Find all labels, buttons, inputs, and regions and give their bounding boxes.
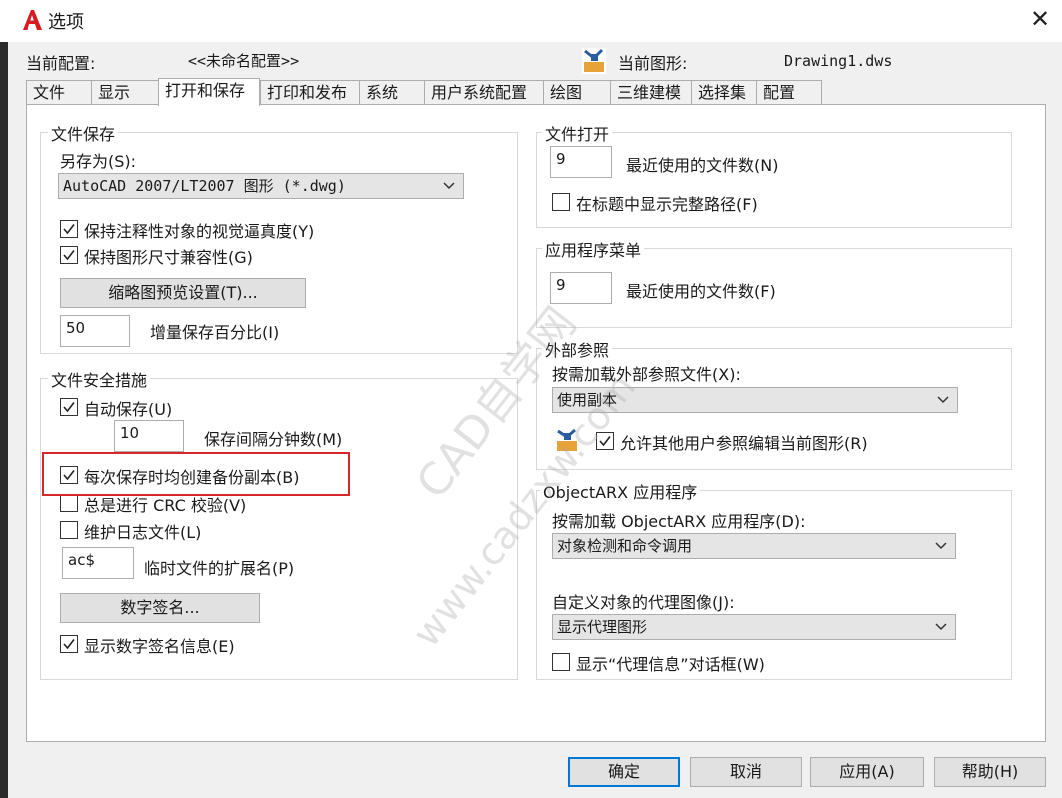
save-as-dropdown[interactable]: AutoCAD 2007/LT2007 图形 (*.dwg): [58, 173, 464, 199]
incremental-save-label: 增量保存百分比(I): [150, 323, 280, 342]
log-file-label: 维护日志文件(L): [84, 523, 202, 542]
tab-label: 显示: [98, 83, 131, 102]
tab-profiles[interactable]: 配置: [756, 80, 822, 104]
drawing-file-icon: [582, 48, 606, 74]
apply-button[interactable]: 应用(A): [810, 757, 924, 787]
visual-fidelity-checkbox[interactable]: [60, 220, 78, 238]
log-file-checkbox[interactable]: [60, 521, 78, 539]
cancel-button[interactable]: 取消: [690, 757, 802, 787]
menu-recent-files-input[interactable]: 9: [550, 272, 612, 304]
menu-recent-files-label: 最近使用的文件数(F): [626, 282, 776, 301]
tab-label: 三维建模: [617, 83, 682, 102]
save-as-value: AutoCAD 2007/LT2007 图形 (*.dwg): [63, 177, 346, 195]
chevron-down-icon: [937, 388, 949, 412]
left-edge: [0, 42, 8, 798]
current-drawing-value: Drawing1.dws: [784, 52, 893, 70]
show-signature-label: 显示数字签名信息(E): [84, 637, 235, 656]
tab-3d-modeling[interactable]: 三维建模: [610, 80, 692, 104]
file-safety-title: 文件安全措施: [48, 367, 151, 391]
full-path-checkbox[interactable]: [552, 193, 570, 211]
visual-fidelity-label: 保持注释性对象的视觉逼真度(Y): [84, 222, 315, 241]
highlight-box: [42, 452, 350, 496]
tab-display[interactable]: 显示: [91, 80, 159, 104]
thumbnail-settings-button[interactable]: 缩略图预览设置(T)...: [60, 278, 306, 308]
tab-label: 选择集: [698, 83, 747, 102]
objectarx-load-dropdown[interactable]: 对象检测和命令调用: [552, 533, 956, 559]
tab-files[interactable]: 文件: [26, 80, 92, 104]
ok-button[interactable]: 确定: [568, 757, 680, 787]
temp-extension-input[interactable]: ac$: [62, 547, 134, 579]
current-drawing-label: 当前图形:: [618, 54, 688, 73]
proxy-info-label: 显示“代理信息”对话框(W): [576, 655, 765, 674]
proxy-image-value: 显示代理图形: [557, 618, 648, 636]
title-bar: 选项 ✕: [0, 0, 1062, 42]
tab-label: 配置: [763, 83, 796, 102]
drawing-size-label: 保持图形尺寸兼容性(G): [84, 248, 253, 267]
incremental-save-input[interactable]: 50: [60, 315, 130, 347]
current-profile-value: <<未命名配置>>: [188, 52, 300, 70]
allow-xref-edit-label: 允许其他用户参照编辑当前图形(R): [620, 434, 868, 453]
proxy-info-checkbox[interactable]: [552, 653, 570, 671]
recent-files-input[interactable]: 9: [550, 146, 612, 178]
crc-check-checkbox[interactable]: [60, 494, 78, 512]
current-profile-label: 当前配置:: [26, 54, 96, 73]
app-menu-title: 应用程序菜单: [542, 237, 645, 261]
tab-label: 打开和保存: [165, 81, 246, 100]
tab-label: 绘图: [550, 83, 583, 102]
objectarx-load-label: 按需加载 ObjectARX 应用程序(D):: [552, 512, 806, 531]
tab-plot-publish[interactable]: 打印和发布: [260, 80, 360, 104]
chevron-down-icon: [935, 615, 947, 639]
chevron-down-icon: [935, 534, 947, 558]
drawing-size-checkbox[interactable]: [60, 246, 78, 264]
tab-selection[interactable]: 选择集: [691, 80, 757, 104]
autosave-interval-input[interactable]: 10: [114, 420, 184, 452]
xref-load-label: 按需加载外部参照文件(X):: [552, 365, 741, 384]
autocad-logo-icon: [20, 8, 44, 32]
tab-label: 文件: [33, 83, 66, 102]
show-signature-checkbox[interactable]: [60, 635, 78, 653]
proxy-image-label: 自定义对象的代理图像(J):: [552, 593, 735, 612]
proxy-image-dropdown[interactable]: 显示代理图形: [552, 614, 956, 640]
autosave-checkbox[interactable]: [60, 398, 78, 416]
tab-label: 用户系统配置: [431, 83, 528, 102]
tab-system[interactable]: 系统: [359, 80, 425, 104]
help-button[interactable]: 帮助(H): [934, 757, 1046, 787]
tab-label: 系统: [366, 83, 399, 102]
recent-files-label: 最近使用的文件数(N): [626, 156, 779, 175]
chevron-down-icon: [443, 174, 455, 198]
digital-signature-button[interactable]: 数字签名...: [60, 593, 260, 623]
autosave-interval-label: 保存间隔分钟数(M): [204, 430, 343, 449]
file-save-title: 文件保存: [48, 121, 119, 145]
tab-user-preferences[interactable]: 用户系统配置: [424, 80, 544, 104]
temp-extension-label: 临时文件的扩展名(P): [144, 559, 295, 578]
save-as-label: 另存为(S):: [60, 152, 137, 171]
tab-label: 打印和发布: [267, 83, 348, 102]
tab-drafting[interactable]: 绘图: [543, 80, 611, 104]
window-title: 选项: [48, 12, 84, 33]
objectarx-load-value: 对象检测和命令调用: [557, 537, 693, 555]
full-path-label: 在标题中显示完整路径(F): [576, 195, 758, 214]
close-icon[interactable]: ✕: [1024, 4, 1056, 36]
tab-open-save[interactable]: 打开和保存: [158, 78, 260, 106]
autosave-label: 自动保存(U): [84, 400, 173, 419]
file-open-title: 文件打开: [542, 121, 613, 145]
